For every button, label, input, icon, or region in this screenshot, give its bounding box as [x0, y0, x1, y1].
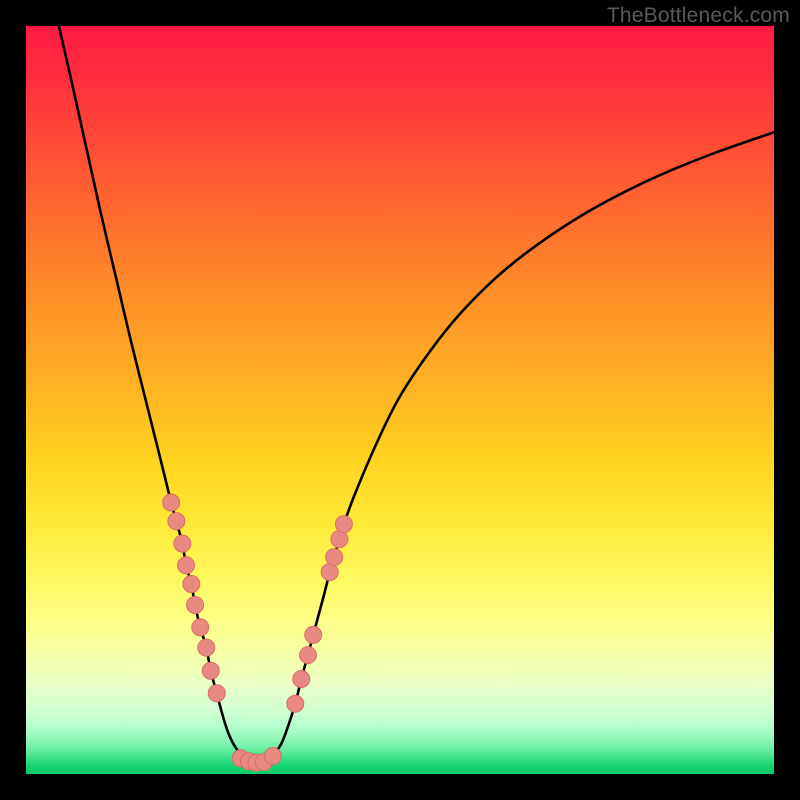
- data-dot: [208, 685, 225, 702]
- curve-right-curve: [258, 132, 774, 763]
- scatter-dots: [163, 494, 353, 771]
- data-dot: [187, 596, 204, 613]
- data-dot: [293, 671, 310, 688]
- plot-area: [26, 26, 774, 774]
- data-dot: [321, 564, 338, 581]
- data-dot: [183, 576, 200, 593]
- data-dot: [163, 494, 180, 511]
- chart-frame: TheBottleneck.com: [0, 0, 800, 800]
- data-dot: [178, 557, 195, 574]
- curve-left-curve: [59, 26, 258, 763]
- data-dot: [174, 535, 191, 552]
- curve-layer: [26, 26, 774, 774]
- data-dot: [335, 516, 352, 533]
- data-dot: [331, 531, 348, 548]
- data-dot: [168, 513, 185, 530]
- data-dot: [202, 662, 219, 679]
- data-dot: [198, 639, 215, 656]
- data-dot: [305, 626, 322, 643]
- data-dot: [326, 549, 343, 566]
- curve-paths: [59, 26, 774, 763]
- data-dot: [287, 695, 304, 712]
- data-dot: [192, 619, 209, 636]
- data-dot: [264, 748, 281, 765]
- watermark-text: TheBottleneck.com: [607, 4, 790, 28]
- data-dot: [299, 647, 316, 664]
